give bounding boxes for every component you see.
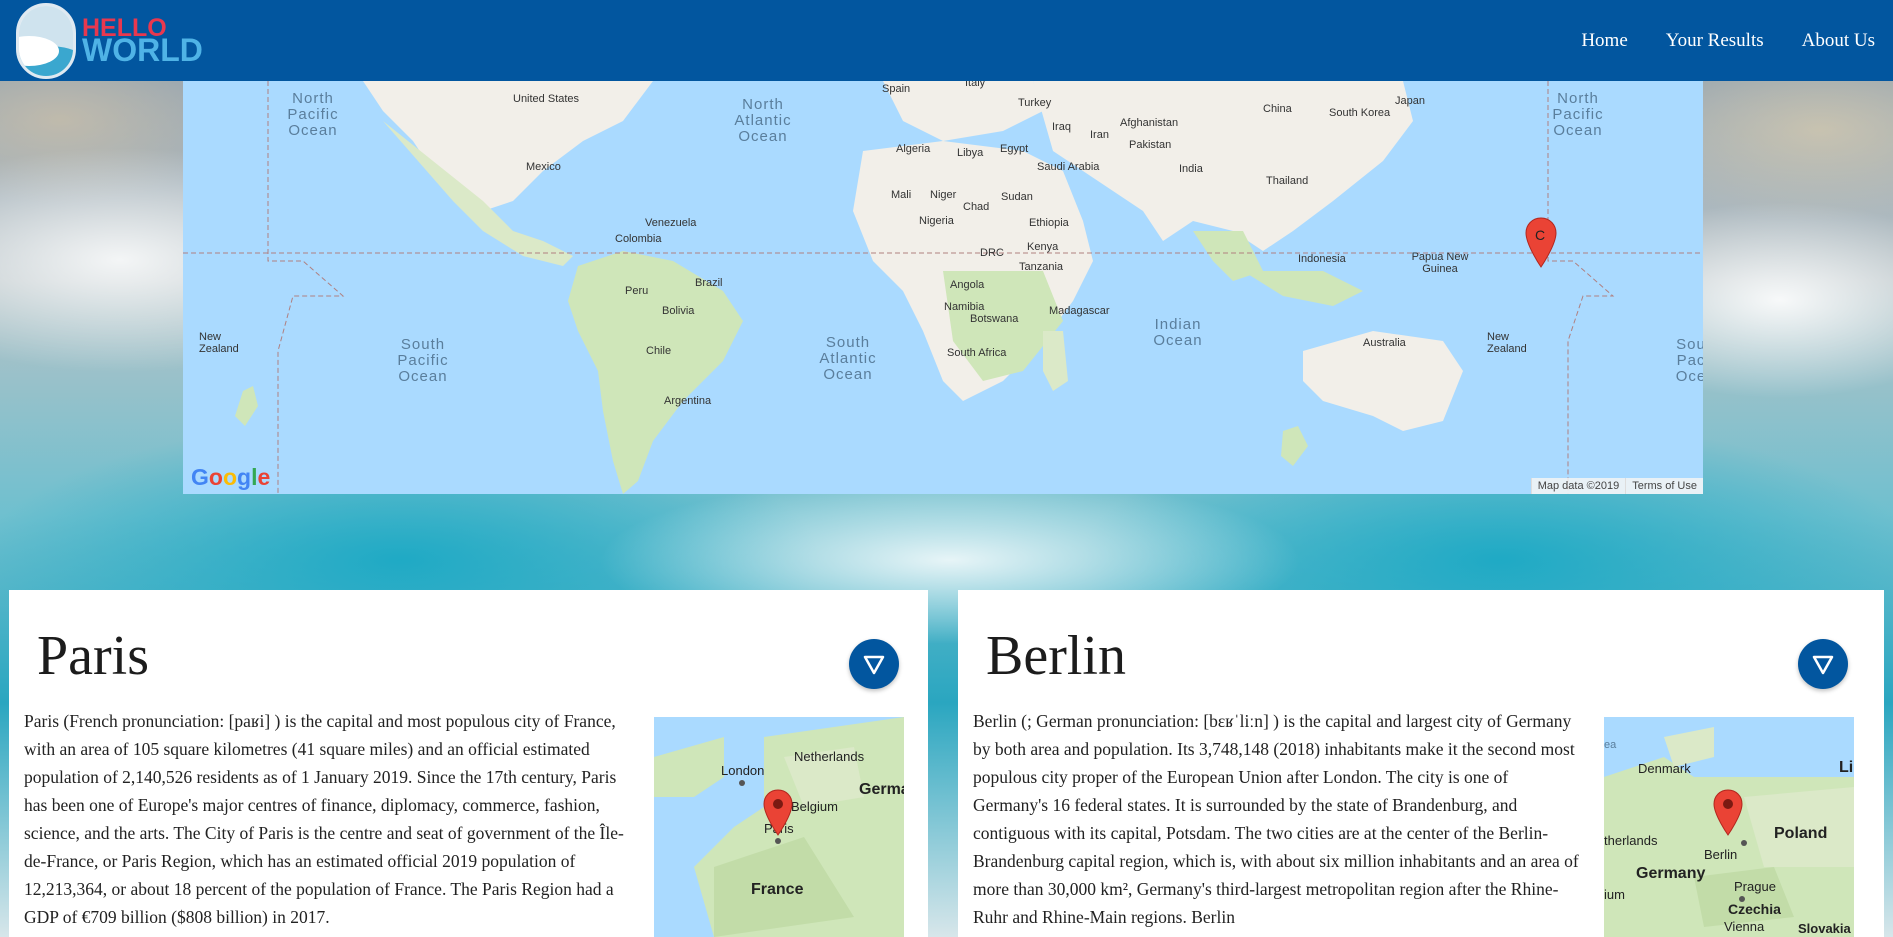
country-label: Chad <box>963 201 990 213</box>
map-data-text: Map data ©2019 <box>1530 478 1626 494</box>
country-label: Sudan <box>1001 191 1033 203</box>
country-label: Italy <box>965 81 986 89</box>
city-card-berlin: Berlin Berlin (; German pronunciation: [… <box>958 590 1884 937</box>
nav-about-us-link[interactable]: About Us <box>1802 30 1875 52</box>
map-label: Denmark <box>1638 761 1691 776</box>
logo-line-world: WORLD <box>82 32 203 68</box>
terms-of-use-link[interactable]: Terms of Use <box>1625 478 1703 494</box>
country-label: United States <box>513 93 580 105</box>
country-label: Kenya <box>1027 241 1059 253</box>
country-label: Afghanistan <box>1120 117 1179 129</box>
country-label: Papua New Guinea <box>1411 251 1469 275</box>
ocean-label-north-pacific-right: North Pacific Ocean <box>1552 90 1604 139</box>
country-label: Tanzania <box>1019 261 1064 273</box>
ocean-label-north-atlantic: North Atlantic Ocean <box>734 96 792 145</box>
country-label: Libya <box>957 147 984 159</box>
map-label: Poland <box>1774 825 1828 842</box>
country-label: Saudi Arabia <box>1037 161 1100 173</box>
city-mini-map[interactable]: ea Denmark Li therlands Poland Berlin Ge… <box>1604 717 1854 937</box>
country-label: Indonesia <box>1298 253 1346 265</box>
triangle-down-icon <box>863 655 885 675</box>
map-marker-icon[interactable] <box>1713 789 1743 837</box>
map-label: Berlin <box>1704 847 1738 862</box>
country-label: Algeria <box>896 143 931 155</box>
nav-home-link[interactable]: Home <box>1581 30 1627 52</box>
country-label: Egypt <box>1000 143 1029 155</box>
country-label: Japan <box>1395 95 1425 107</box>
map-label: Prague <box>1734 879 1776 894</box>
map-label: Vienna <box>1724 919 1765 934</box>
country-label: Ethiopia <box>1029 217 1069 229</box>
map-label: Slovakia <box>1798 921 1851 936</box>
map-label: therlands <box>1604 833 1658 848</box>
logo-badge-icon <box>16 3 76 79</box>
country-label: South Africa <box>947 347 1007 359</box>
country-label: Colombia <box>615 233 662 245</box>
country-label: Madagascar <box>1049 305 1110 317</box>
country-label: Mali <box>891 189 912 201</box>
country-label: Spain <box>882 83 911 95</box>
country-label: New Zealand <box>199 331 239 355</box>
country-label: Thailand <box>1266 175 1309 187</box>
country-label: Bolivia <box>662 305 695 317</box>
city-description: Paris (French pronunciation: [paʁi] ) is… <box>24 711 624 927</box>
map-label: London <box>721 763 765 778</box>
country-label: Iraq <box>1052 121 1071 133</box>
triangle-down-icon <box>1812 655 1834 675</box>
map-label: Germa <box>859 781 904 798</box>
ocean-label-south-partial: Sou Pac Oce <box>1675 337 1703 385</box>
map-label: Czechia <box>1728 901 1781 917</box>
city-title: Berlin <box>986 625 1126 687</box>
ocean-label-south-pacific: South Pacific Ocean <box>397 336 449 385</box>
world-map[interactable]: North Pacific Ocean North Pacific Ocean … <box>183 81 1703 494</box>
map-label: ium <box>1604 887 1625 902</box>
country-label: Angola <box>950 279 985 291</box>
map-marker-icon[interactable] <box>1525 217 1557 269</box>
country-label: Peru <box>625 285 649 297</box>
nav-your-results-link[interactable]: Your Results <box>1666 30 1764 52</box>
country-label: Niger <box>930 189 957 201</box>
top-navbar: HELLO WORLD Home Your Results About Us <box>0 0 1893 81</box>
map-label: Belgium <box>791 799 838 814</box>
world-map-land <box>183 81 1703 494</box>
map-label: Netherlands <box>794 749 865 764</box>
country-label: Argentina <box>664 395 712 407</box>
expand-toggle-button[interactable] <box>849 639 899 689</box>
map-label: ea <box>1604 739 1617 751</box>
city-title: Paris <box>37 625 149 687</box>
city-description: Berlin (; German pronunciation: [bɛʁˈliː… <box>973 711 1579 927</box>
country-label: Mexico <box>526 161 561 173</box>
logo-text: HELLO WORLD <box>82 16 203 68</box>
country-label: New Zealand <box>1487 331 1527 355</box>
country-label: Brazil <box>695 277 723 289</box>
ocean-label-indian: Indian Ocean <box>1153 316 1203 349</box>
country-label: Nigeria <box>919 215 954 227</box>
country-label: Pakistan <box>1129 139 1172 151</box>
city-mini-map[interactable]: London Netherlands Belgium Germa Paris F… <box>654 717 904 937</box>
map-label: Li <box>1839 759 1854 776</box>
country-label: Namibia <box>944 301 985 313</box>
country-label: Australia <box>1363 337 1406 349</box>
city-card-paris: Paris Paris (French pronunciation: [paʁi… <box>9 590 928 937</box>
country-label: Chile <box>646 345 672 357</box>
country-label: South Korea <box>1329 107 1391 119</box>
map-marker-icon[interactable] <box>763 789 793 837</box>
expand-toggle-button[interactable] <box>1798 639 1848 689</box>
country-label: China <box>1263 103 1292 115</box>
main-nav: Home Your Results About Us <box>1581 30 1875 52</box>
google-logo[interactable]: Google <box>191 464 270 491</box>
country-label: DRC <box>980 247 1004 259</box>
map-label: France <box>751 881 804 898</box>
country-label: Iran <box>1090 129 1109 141</box>
country-label: Turkey <box>1018 97 1052 109</box>
country-label: India <box>1179 163 1203 175</box>
ocean-label-south-atlantic: South Atlantic Ocean <box>819 334 877 383</box>
map-attribution: Map data ©2019 Terms of Use <box>1530 478 1703 494</box>
site-logo[interactable]: HELLO WORLD <box>16 3 216 79</box>
map-label: Germany <box>1636 865 1706 882</box>
country-label: Venezuela <box>645 217 697 229</box>
country-label: Botswana <box>970 313 1019 325</box>
ocean-label-north-pacific-left: North Pacific Ocean <box>287 90 339 139</box>
map-marker-label: C <box>1535 227 1546 243</box>
